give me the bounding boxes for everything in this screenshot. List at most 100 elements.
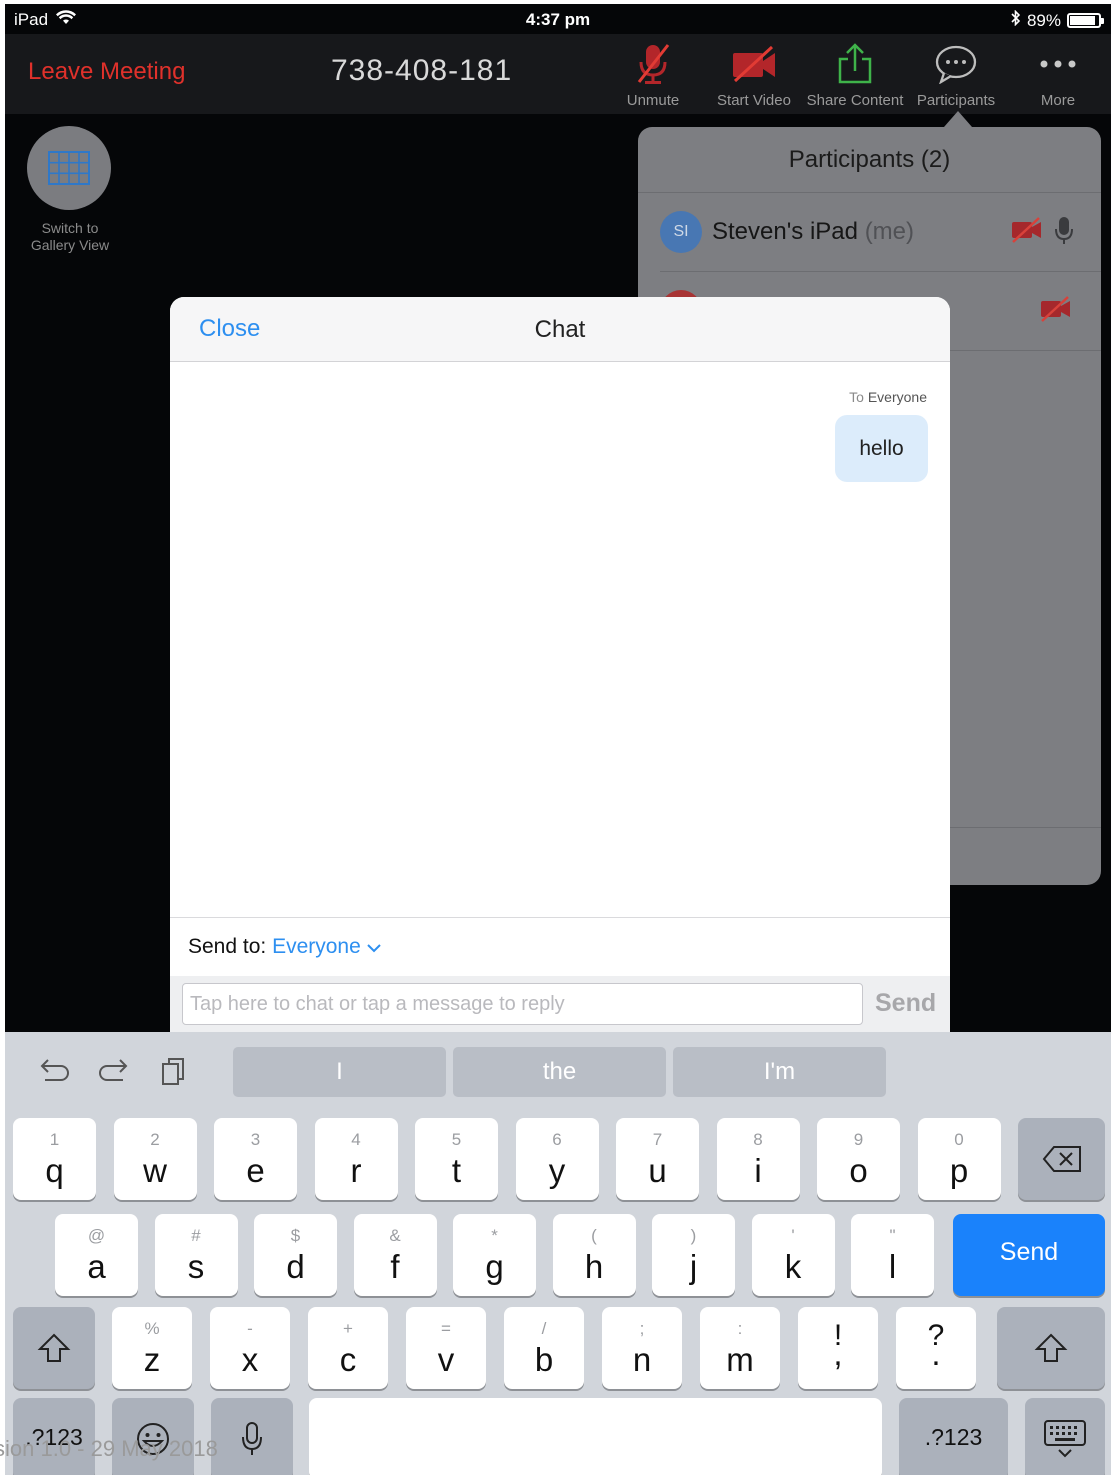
key-q[interactable]: 1q	[13, 1118, 96, 1200]
key-v[interactable]: = v	[406, 1307, 486, 1389]
key-label: g	[485, 1248, 504, 1285]
key-p[interactable]: 0p	[917, 1118, 1001, 1200]
key-s[interactable]: # s	[154, 1214, 238, 1296]
key-label: z	[143, 1341, 161, 1378]
gallery-label-line2: Gallery View	[30, 237, 110, 253]
participants-title: Participants (2)	[638, 127, 1101, 193]
key-r[interactable]: 4r	[314, 1118, 398, 1200]
key-k[interactable]: ' k	[751, 1214, 835, 1296]
key-label: h	[584, 1248, 604, 1285]
key-hint: '	[791, 1226, 795, 1245]
send-button[interactable]: Send	[875, 989, 936, 1018]
send-to-value: Everyone	[272, 935, 361, 958]
key-hint: =	[441, 1319, 451, 1338]
key-label: .	[931, 1335, 941, 1372]
key-m[interactable]: :m	[700, 1307, 780, 1389]
status-right: 89%	[1011, 9, 1104, 31]
leave-meeting-button[interactable]: Leave Meeting	[28, 58, 185, 86]
key-z[interactable]: % z	[112, 1307, 192, 1389]
video-off-icon	[704, 42, 804, 86]
key-label: a	[87, 1248, 106, 1285]
key-u[interactable]: 7u	[616, 1118, 699, 1200]
key-hint: 0	[954, 1130, 964, 1149]
key-hint: 8	[753, 1130, 763, 1149]
gallery-grid-icon	[27, 126, 111, 210]
gallery-label-line1: Switch to	[41, 220, 99, 236]
video-off-icon	[1040, 295, 1072, 328]
key-w[interactable]: 2w	[113, 1118, 197, 1200]
chat-bubble-icon	[906, 42, 1006, 86]
keyboard-hide-icon	[1025, 1398, 1105, 1475]
key-hint: 1	[49, 1130, 60, 1149]
key-label: x	[241, 1341, 259, 1378]
key-g[interactable]: * g	[453, 1214, 536, 1296]
backspace-key[interactable]	[1018, 1118, 1105, 1200]
more-button[interactable]: More	[1008, 42, 1108, 109]
switch-gallery-view[interactable]: Switch to Gallery View	[27, 126, 113, 254]
more-label: More	[1040, 92, 1076, 109]
paste-icon[interactable]	[159, 1054, 189, 1095]
participants-button[interactable]: Participants	[906, 42, 1006, 109]
key-x[interactable]: -x	[210, 1307, 290, 1389]
suggestion-1[interactable]: I	[233, 1047, 446, 1097]
key-label: n	[632, 1341, 652, 1378]
message-recipient: To Everyone	[849, 389, 927, 405]
redo-icon[interactable]	[97, 1054, 133, 1095]
key-j[interactable]: ) j	[652, 1214, 735, 1296]
key-hint: (	[591, 1226, 597, 1245]
key-f[interactable]: & f	[353, 1214, 437, 1296]
key-label: p	[949, 1152, 969, 1189]
key-o[interactable]: 9o	[817, 1118, 900, 1200]
status-time: 4:37 pm	[525, 10, 591, 29]
shift-key-right[interactable]	[997, 1307, 1105, 1389]
key-e[interactable]: 3e	[214, 1118, 297, 1200]
key-label: w	[143, 1152, 167, 1189]
key-y[interactable]: 6y	[515, 1118, 599, 1200]
key-hint: 9	[853, 1130, 864, 1149]
key-label: ,	[833, 1335, 843, 1372]
dictation-key[interactable]	[211, 1398, 293, 1475]
shift-icon	[997, 1307, 1105, 1389]
key-label: e	[246, 1152, 265, 1189]
key-.[interactable]: ?.	[896, 1307, 976, 1389]
meeting-toolbar: Leave Meeting 738-408-181 Unmute Start V…	[5, 34, 1111, 114]
key-hint: 2	[150, 1130, 160, 1149]
key-i[interactable]: 8i	[716, 1118, 800, 1200]
key-,[interactable]: !,	[798, 1307, 878, 1389]
key-label: j	[689, 1248, 698, 1285]
suggestion-3[interactable]: I'm	[673, 1047, 886, 1097]
key-a[interactable]: @ a	[55, 1214, 138, 1296]
shift-key-left[interactable]	[13, 1307, 95, 1389]
participant-row[interactable]: SI Steven's iPad (me)	[660, 194, 1101, 272]
message-bubble[interactable]: hello	[835, 415, 928, 482]
chat-title: Chat	[534, 316, 586, 343]
key-label: l	[888, 1248, 897, 1285]
suggestion-2[interactable]: the	[453, 1047, 666, 1097]
key-label: k	[784, 1248, 802, 1285]
share-content-button[interactable]: Share Content	[805, 42, 905, 109]
key-b[interactable]: / b	[504, 1307, 584, 1389]
key-t[interactable]: 5t	[415, 1118, 498, 1200]
bluetooth-icon	[1011, 9, 1021, 31]
unmute-button[interactable]: Unmute	[603, 42, 703, 109]
key-n[interactable]: ; n	[602, 1307, 682, 1389]
keyboard-send-key[interactable]: Send	[953, 1214, 1105, 1296]
key-h[interactable]: (h	[552, 1214, 636, 1296]
key-hint: $	[290, 1226, 301, 1245]
space-key[interactable]	[309, 1398, 882, 1475]
undo-icon[interactable]	[35, 1054, 71, 1095]
backspace-icon	[1018, 1118, 1105, 1200]
chat-input[interactable]	[182, 983, 863, 1025]
numbers-key-right[interactable]: .?123	[899, 1398, 1008, 1475]
start-video-button[interactable]: Start Video	[704, 42, 804, 109]
send-to-selector[interactable]: Send to: Everyone	[170, 917, 950, 975]
participants-label: Participants	[916, 92, 996, 109]
key-hint: %	[144, 1319, 160, 1338]
key-d[interactable]: $ d	[254, 1214, 337, 1296]
key-hint: &	[389, 1226, 401, 1245]
key-c[interactable]: + c	[308, 1307, 388, 1389]
status-bar: iPad 4:37 pm 89%	[5, 4, 1111, 34]
key-l[interactable]: " l	[851, 1214, 934, 1296]
hide-keyboard-key[interactable]	[1025, 1398, 1105, 1475]
battery-icon	[1067, 13, 1104, 28]
